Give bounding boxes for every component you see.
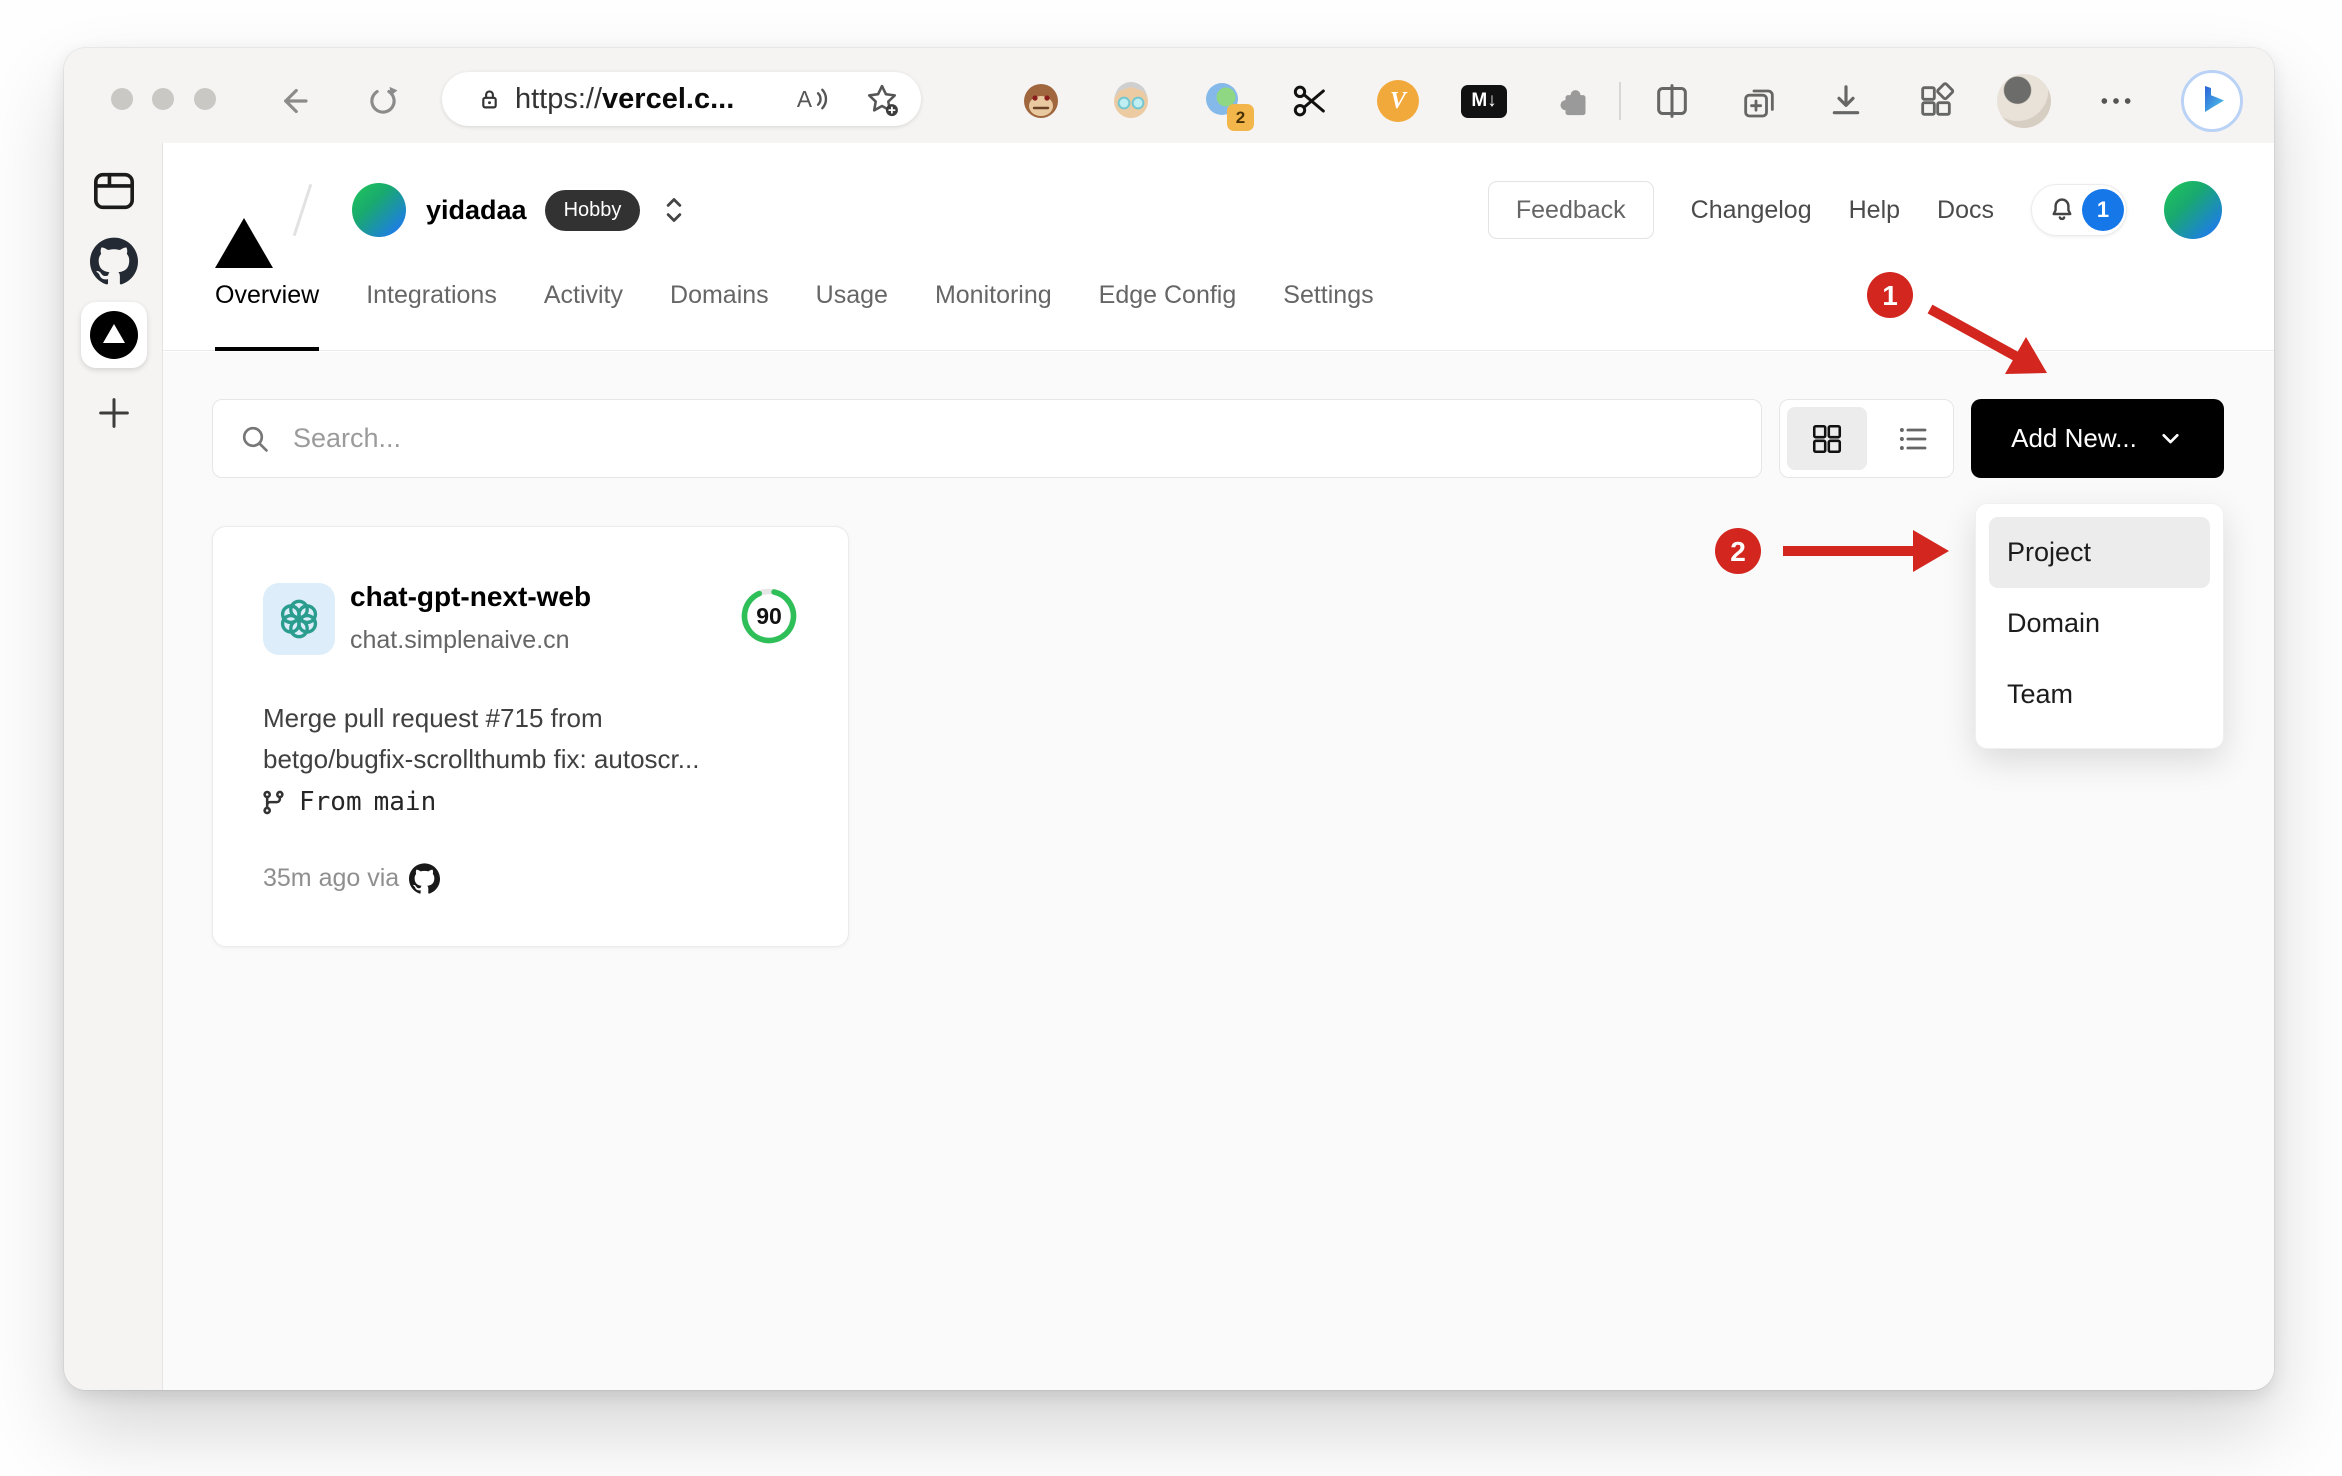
project-domain[interactable]: chat.simplenaive.cn bbox=[350, 626, 570, 655]
proxy-badge: 2 bbox=[1227, 104, 1254, 131]
github-tab-icon[interactable] bbox=[64, 237, 163, 285]
vercel-header: yidadaa Hobby Feedback Changelog Help Do… bbox=[163, 143, 2274, 351]
dropdown-item-project[interactable]: Project bbox=[1989, 517, 2210, 588]
sidebar-panel-icon[interactable] bbox=[64, 171, 163, 211]
dashboard-tabs: Overview Integrations Activity Domains U… bbox=[215, 273, 1374, 351]
breadcrumb-slash bbox=[292, 183, 313, 237]
tab-domains[interactable]: Domains bbox=[670, 273, 769, 351]
team-name[interactable]: yidadaa bbox=[426, 195, 527, 226]
new-tab-plus-icon[interactable] bbox=[64, 393, 163, 433]
toolbar-divider bbox=[1619, 82, 1621, 120]
dropdown-item-team[interactable]: Team bbox=[1976, 659, 2223, 730]
person-extension-icon[interactable] bbox=[1108, 78, 1154, 124]
vercel-tab-active[interactable] bbox=[81, 302, 147, 368]
add-new-dropdown: Project Domain Team bbox=[1975, 503, 2224, 749]
project-name[interactable]: chat-gpt-next-web bbox=[350, 581, 591, 613]
score-value: 90 bbox=[756, 603, 782, 629]
score-ring: 90 bbox=[740, 587, 798, 645]
markdown-extension-icon[interactable]: M↓ bbox=[1461, 78, 1507, 124]
grid-view-button[interactable] bbox=[1787, 407, 1867, 470]
vercel-page: yidadaa Hobby Feedback Changelog Help Do… bbox=[163, 143, 2274, 1390]
browser-toolbar: https://vercel.c... A 2 V M↓ bbox=[64, 48, 2274, 143]
branch-prefix: From bbox=[299, 787, 362, 817]
browser-profile-avatar[interactable] bbox=[1997, 74, 2051, 128]
grid-icon bbox=[1812, 424, 1841, 453]
collections-icon[interactable] bbox=[1736, 78, 1782, 124]
project-logo bbox=[263, 583, 335, 655]
view-toggle bbox=[1779, 399, 1954, 478]
svg-text:A: A bbox=[797, 86, 813, 112]
split-screen-icon[interactable] bbox=[1649, 78, 1695, 124]
branch-row: From main bbox=[260, 787, 436, 817]
tab-monitoring[interactable]: Monitoring bbox=[935, 273, 1052, 351]
chevron-down-icon bbox=[2162, 434, 2179, 444]
tab-usage[interactable]: Usage bbox=[816, 273, 888, 351]
user-avatar[interactable] bbox=[2164, 181, 2222, 239]
search-input[interactable] bbox=[293, 423, 1761, 454]
url-text: https://vercel.c... bbox=[515, 82, 735, 115]
dropdown-item-domain[interactable]: Domain bbox=[1976, 588, 2223, 659]
address-bar[interactable]: https://vercel.c... A bbox=[442, 72, 921, 126]
docs-link[interactable]: Docs bbox=[1937, 196, 1994, 225]
downloads-icon[interactable] bbox=[1823, 78, 1869, 124]
monkey-extension-icon[interactable] bbox=[1018, 78, 1064, 124]
vercel-logo[interactable] bbox=[215, 201, 273, 268]
apps-layout-icon[interactable] bbox=[1913, 78, 1959, 124]
tab-settings[interactable]: Settings bbox=[1283, 273, 1373, 351]
list-icon bbox=[1900, 427, 1927, 450]
project-card[interactable]: chat-gpt-next-web chat.simplenaive.cn 90… bbox=[212, 526, 849, 947]
browser-sidebar bbox=[64, 143, 163, 1390]
v-extension-icon[interactable]: V bbox=[1375, 78, 1421, 124]
window-close-button[interactable] bbox=[111, 88, 133, 110]
team-avatar[interactable] bbox=[352, 183, 406, 237]
add-favorite-star-icon[interactable] bbox=[864, 81, 900, 117]
changelog-link[interactable]: Changelog bbox=[1691, 196, 1812, 225]
more-menu-icon[interactable] bbox=[2093, 78, 2139, 124]
deployment-meta: 35m ago via bbox=[263, 863, 441, 894]
project-search[interactable] bbox=[212, 399, 1762, 478]
list-view-button[interactable] bbox=[1874, 400, 1954, 477]
feedback-button[interactable]: Feedback bbox=[1487, 181, 1654, 239]
browser-window: https://vercel.c... A 2 V M↓ yidadaa Hob… bbox=[64, 48, 2274, 1390]
add-new-button[interactable]: Add New... bbox=[1971, 399, 2224, 478]
bing-chat-icon[interactable] bbox=[2181, 70, 2243, 132]
extensions-puzzle-icon[interactable] bbox=[1550, 78, 1596, 124]
deployed-time: 35m ago via bbox=[263, 864, 400, 892]
scissors-extension-icon[interactable] bbox=[1287, 78, 1333, 124]
tab-activity[interactable]: Activity bbox=[544, 273, 623, 351]
tab-edge-config[interactable]: Edge Config bbox=[1099, 273, 1237, 351]
search-icon bbox=[239, 423, 271, 455]
lock-icon bbox=[476, 86, 503, 113]
tab-integrations[interactable]: Integrations bbox=[366, 273, 497, 351]
commit-message-line2: betgo/bugfix-scrollthumb fix: autoscr... bbox=[263, 744, 700, 774]
read-aloud-icon[interactable]: A bbox=[794, 82, 828, 116]
notifications-button[interactable]: 1 bbox=[2031, 184, 2127, 236]
help-link[interactable]: Help bbox=[1849, 196, 1900, 225]
tab-overview[interactable]: Overview bbox=[215, 273, 320, 351]
reload-icon[interactable] bbox=[360, 78, 406, 124]
branch-name: main bbox=[373, 787, 437, 817]
notification-count-badge: 1 bbox=[2082, 189, 2124, 231]
window-zoom-button[interactable] bbox=[194, 88, 216, 110]
github-icon bbox=[409, 863, 441, 894]
vercel-favicon bbox=[90, 311, 138, 359]
team-switcher-chevrons[interactable] bbox=[660, 193, 688, 227]
proxy-extension-icon[interactable]: 2 bbox=[1201, 78, 1254, 131]
commit-message-line1: Merge pull request #715 from bbox=[263, 703, 603, 733]
plan-badge: Hobby bbox=[544, 189, 641, 231]
window-minimize-button[interactable] bbox=[152, 88, 174, 110]
git-branch-icon bbox=[263, 790, 284, 814]
back-icon[interactable] bbox=[271, 78, 317, 124]
bell-icon bbox=[2046, 194, 2078, 226]
